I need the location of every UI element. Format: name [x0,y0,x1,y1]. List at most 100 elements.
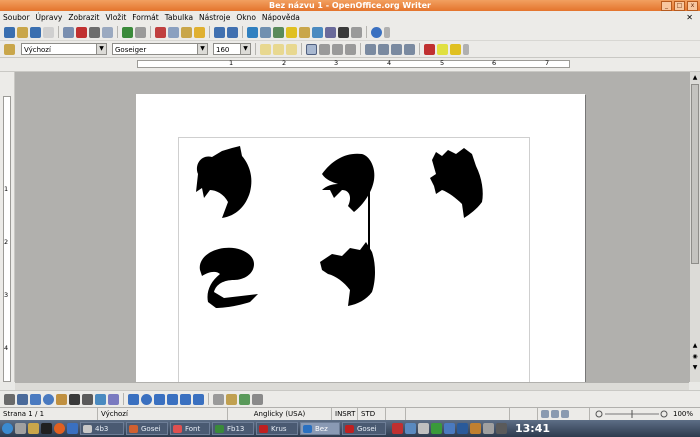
page-style[interactable]: Výchozí [98,408,228,420]
increase-indent-icon[interactable] [404,43,415,55]
open-icon[interactable] [17,26,28,38]
font-name-select[interactable]: Goseiger ▼ [112,43,208,55]
single-page-icon[interactable] [541,410,549,418]
close-button[interactable]: x [687,1,698,11]
show-draw-functions-icon[interactable] [273,26,284,38]
callouts-icon[interactable] [180,393,191,405]
edit-file-icon[interactable] [63,26,74,38]
horizontal-ruler[interactable]: 1 2 3 4 5 6 7 [0,58,700,72]
styles-formatting-icon[interactable] [4,43,15,55]
task-item[interactable]: Gosei [126,422,168,435]
navigator-icon[interactable] [299,26,310,38]
multi-page-icon[interactable] [551,410,559,418]
print-icon[interactable] [89,26,100,38]
kde-menu-icon[interactable] [2,423,13,434]
decrease-indent-icon[interactable] [391,43,402,55]
network-icon[interactable] [431,423,442,434]
symbol-shapes-icon[interactable] [128,393,139,405]
undo-icon[interactable] [214,26,225,38]
bullets-icon[interactable] [378,43,389,55]
language[interactable]: Anglicky (USA) [228,408,332,420]
page-preview-icon[interactable] [102,26,113,38]
align-left-icon[interactable] [306,43,317,55]
file-manager-icon[interactable] [28,423,39,434]
scroll-up-icon[interactable]: ▲ [691,342,699,350]
vertical-text-icon[interactable] [82,393,93,405]
toolbar-overflow-icon[interactable] [463,43,469,55]
points-icon[interactable] [213,393,224,405]
align-center-icon[interactable] [319,43,330,55]
formatting-marks-icon[interactable] [338,26,349,38]
new-icon[interactable] [4,26,15,38]
callout-icon[interactable] [95,393,106,405]
email-icon[interactable] [43,26,54,38]
stars-icon[interactable] [193,393,204,405]
redo-icon[interactable] [227,26,238,38]
insert-mode[interactable]: INSRT [332,408,358,420]
zoom-slider-track[interactable] [593,408,669,420]
document-page[interactable] [136,94,585,382]
from-file-icon[interactable] [239,393,250,405]
paragraph-style-select[interactable]: Výchozí ▼ [21,43,107,55]
format-paintbrush-icon[interactable] [194,26,205,38]
menu-upravy[interactable]: Úpravy [33,11,66,24]
zoom-slider[interactable] [590,408,670,420]
page-nav-icon[interactable]: ◉ [691,353,699,361]
menu-nastroje[interactable]: Nástroje [196,11,233,24]
vertical-ruler[interactable]: 1 2 3 4 [0,72,15,382]
battery-icon[interactable] [470,423,481,434]
menu-okno[interactable]: Okno [233,11,259,24]
text-icon[interactable] [69,393,80,405]
line-icon[interactable] [17,393,28,405]
maximize-button[interactable]: □ [674,1,685,11]
bold-icon[interactable] [260,43,271,55]
zoom-level[interactable]: 100% [670,408,700,420]
basic-shapes-icon[interactable] [108,393,119,405]
flowchart-icon[interactable] [167,393,178,405]
task-item[interactable]: Fb13 [212,422,254,435]
extrusion-icon[interactable] [252,393,263,405]
table-icon[interactable] [260,26,271,38]
export-pdf-icon[interactable] [76,26,87,38]
menu-soubor[interactable]: Soubor [0,11,33,24]
numbering-icon[interactable] [365,43,376,55]
close-document-icon[interactable]: ✕ [683,11,696,24]
circle-shapes-icon[interactable] [141,393,152,405]
clipboard-icon[interactable] [483,423,494,434]
menu-zobrazit[interactable]: Zobrazit [65,11,102,24]
block-arrows-icon[interactable] [154,393,165,405]
fontwork-icon[interactable] [226,393,237,405]
ellipse-icon[interactable] [43,393,54,405]
highlighting-icon[interactable] [437,43,448,55]
task-item[interactable]: Krus [256,422,298,435]
selection-mode[interactable]: STD [358,408,386,420]
menu-vlozit[interactable]: Vložit [103,11,130,24]
underline-icon[interactable] [286,43,297,55]
toolbar-overflow-icon[interactable] [384,26,390,38]
freeform-icon[interactable] [56,393,67,405]
italic-icon[interactable] [273,43,284,55]
terminal-icon[interactable] [41,423,52,434]
keyboard-layout-icon[interactable] [392,423,403,434]
help-icon[interactable] [371,26,382,38]
task-item-active[interactable]: Bez [300,422,340,435]
browser-icon[interactable] [54,423,65,434]
font-color-icon[interactable] [424,43,435,55]
tray-app-icon[interactable] [405,423,416,434]
updates-icon[interactable] [444,423,455,434]
hyperlink-icon[interactable] [247,26,258,38]
scroll-down-icon[interactable]: ▼ [691,364,699,372]
clock[interactable]: 13:41 [515,422,550,435]
document-area[interactable] [15,72,689,382]
copy-icon[interactable] [168,26,179,38]
rectangle-icon[interactable] [30,393,41,405]
font-size-select[interactable]: 160 ▼ [213,43,251,55]
desktop-icon[interactable] [15,423,26,434]
find-replace-icon[interactable] [286,26,297,38]
align-right-icon[interactable] [332,43,343,55]
pager-icon[interactable] [67,423,78,434]
volume-icon[interactable] [418,423,429,434]
scroll-up-icon[interactable]: ▲ [691,74,699,82]
paste-icon[interactable] [181,26,192,38]
scrollbar-thumb[interactable] [691,84,699,264]
